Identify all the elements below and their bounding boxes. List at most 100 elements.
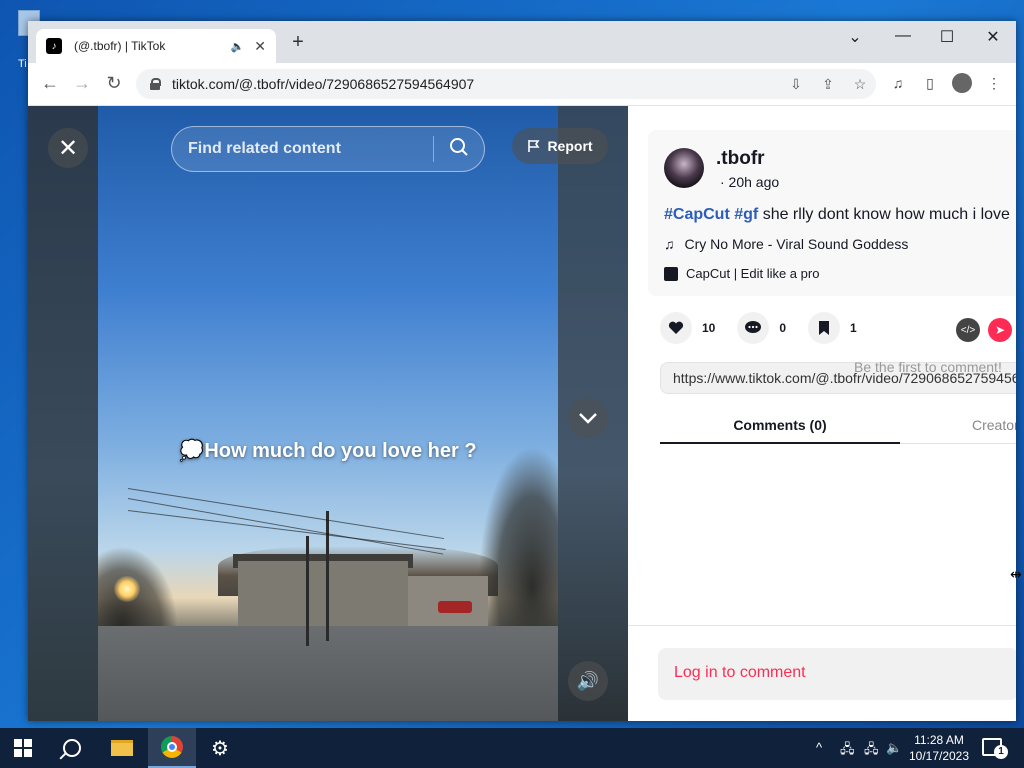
red-car [438, 601, 472, 613]
desktop-icon-label: Ti [18, 58, 27, 70]
heart-icon[interactable] [660, 312, 692, 344]
music-title[interactable]: Cry No More - Viral Sound Goddess [685, 236, 909, 252]
bookmark-icon[interactable] [808, 312, 841, 344]
like-count: 10 [702, 321, 716, 335]
forward-button[interactable]: → [70, 73, 94, 94]
video-player[interactable]: 💭How much do you love her ? ✕ Find relat… [28, 106, 628, 721]
search-icon[interactable] [434, 137, 484, 162]
comment-action[interactable]: 0 [737, 312, 786, 344]
menu-icon[interactable]: ⋮ [982, 75, 1006, 92]
file-explorer-button[interactable] [98, 728, 146, 768]
description-text: she rlly dont know how much i love [762, 206, 1010, 223]
taskbar: ⚙ ^ 🖧 🖧 🔈 11:28 AM 10/17/2023 1 [0, 728, 1024, 768]
browser-window: ♪ (@.tbofr) | TikTok 🔈 ✕ + ⌄ — ☐ ✕ ← → ↻… [28, 21, 1016, 721]
author-name[interactable]: .tbofr [716, 148, 765, 170]
back-button[interactable]: ← [38, 73, 62, 94]
video-caption: 💭How much do you love her ? [179, 440, 477, 462]
post-description: #CapCut #gf she rlly dont know how much … [664, 206, 1010, 224]
tab-creator-videos[interactable]: Creator videos [972, 406, 1016, 444]
capcut-icon [664, 266, 678, 281]
clock-date: 10/17/2023 [908, 749, 970, 763]
tab-close-icon[interactable]: ✕ [254, 38, 266, 55]
volume-button[interactable]: 🔊 [568, 661, 608, 701]
login-to-comment-button[interactable]: Log in to comment [658, 648, 1016, 700]
tab-tiktok[interactable]: ♪ (@.tbofr) | TikTok 🔈 ✕ [36, 29, 276, 63]
find-related-search[interactable]: Find related content [171, 126, 485, 172]
system-clock[interactable]: 11:28 AM 10/17/2023 [906, 732, 972, 764]
post-info-card: .tbofr · 20h ago #CapCut #gf she rlly do… [648, 130, 1016, 296]
search-taskbar-button[interactable] [48, 728, 96, 768]
trees-right [478, 446, 558, 646]
hashtag-link[interactable]: #CapCut [664, 206, 730, 223]
music-note-icon: ♫ [664, 236, 675, 252]
reload-button[interactable]: ↻ [102, 73, 126, 94]
url-text[interactable]: tiktok.com/@.tbofr/video/729068652759456… [172, 76, 780, 92]
bookmark-star-icon[interactable]: ☆ [844, 76, 876, 93]
lamp-post [306, 536, 309, 646]
settings-taskbar-button[interactable]: ⚙ [196, 728, 244, 768]
volume-icon[interactable]: 🔈 [886, 740, 902, 756]
profile-avatar-icon[interactable] [952, 73, 972, 93]
video-frame[interactable]: 💭How much do you love her ? [98, 106, 558, 721]
comment-footer: Log in to comment [628, 625, 1016, 721]
tab-search-chevron-icon[interactable]: ⌄ [840, 27, 870, 47]
video-blur-left [28, 106, 98, 721]
network-icon[interactable]: 🖧 [840, 740, 855, 762]
sun [114, 576, 140, 602]
notification-count: 1 [994, 745, 1008, 759]
share-icon[interactable]: ⇪ [812, 76, 844, 93]
report-label: Report [547, 138, 593, 154]
maximize-button[interactable]: ☐ [932, 27, 962, 47]
gear-icon: ⚙ [211, 737, 229, 760]
side-panel-icon[interactable]: ▯ [918, 75, 942, 92]
flag-icon [528, 140, 540, 152]
search-icon [63, 739, 81, 757]
close-window-button[interactable]: ✕ [978, 27, 1008, 47]
install-icon[interactable]: ⇩ [780, 76, 812, 93]
first-comment-hint: Be the first to comment! [854, 359, 1002, 375]
title-bar: ♪ (@.tbofr) | TikTok 🔈 ✕ + ⌄ — ☐ ✕ [28, 21, 1016, 63]
network-icon[interactable]: 🖧 [864, 740, 879, 762]
page-content: 💭How much do you love her ? ✕ Find relat… [28, 106, 1016, 721]
save-action[interactable]: 1 [808, 312, 857, 344]
music-link[interactable]: ♫ Cry No More - Viral Sound Goddess [664, 236, 908, 252]
building [238, 561, 408, 631]
minimize-button[interactable]: — [888, 27, 918, 45]
lock-icon[interactable] [150, 78, 161, 90]
resize-cursor-icon: ⇹ [1010, 566, 1022, 582]
report-button[interactable]: Report [512, 128, 608, 164]
folder-icon [111, 740, 133, 756]
search-placeholder[interactable]: Find related content [188, 140, 433, 158]
chevron-down-icon [579, 413, 597, 424]
new-tab-button[interactable]: + [286, 31, 310, 54]
tray-chevron-icon[interactable]: ^ [816, 740, 822, 755]
hashtag-link[interactable]: #gf [734, 206, 758, 223]
capcut-label[interactable]: CapCut | Edit like a pro [686, 266, 819, 281]
tiktok-favicon-icon: ♪ [46, 38, 62, 54]
address-bar[interactable]: tiktok.com/@.tbofr/video/729068652759456… [136, 69, 876, 99]
post-time: · 20h ago [720, 174, 780, 190]
power-line [127, 488, 445, 540]
media-controls-icon[interactable]: ♫ [886, 75, 910, 91]
save-count: 1 [850, 321, 857, 335]
embed-icon[interactable]: </> [956, 318, 980, 342]
speaker-icon[interactable]: 🔈 [231, 40, 245, 53]
send-icon[interactable]: ➤ [988, 318, 1012, 342]
utility-pole [326, 511, 329, 641]
next-video-button[interactable] [568, 398, 608, 438]
browser-toolbar: ← → ↻ tiktok.com/@.tbofr/video/729068652… [28, 63, 1016, 106]
action-bar: 10 0 1 [660, 312, 879, 344]
author-avatar[interactable] [664, 148, 704, 188]
close-video-button[interactable]: ✕ [48, 128, 88, 168]
capcut-link[interactable]: CapCut | Edit like a pro [664, 266, 819, 281]
clock-time: 11:28 AM [914, 733, 964, 747]
chrome-taskbar-button[interactable] [148, 728, 196, 768]
comment-icon[interactable] [737, 312, 770, 344]
windows-start-icon[interactable] [14, 739, 32, 757]
like-action[interactable]: 10 [660, 312, 715, 344]
details-panel: .tbofr · 20h ago #CapCut #gf she rlly do… [628, 106, 1016, 721]
tab-comments[interactable]: Comments (0) [660, 406, 900, 444]
comment-count: 0 [779, 321, 787, 335]
chrome-icon [161, 736, 183, 758]
tab-title: (@.tbofr) | TikTok [74, 39, 166, 53]
